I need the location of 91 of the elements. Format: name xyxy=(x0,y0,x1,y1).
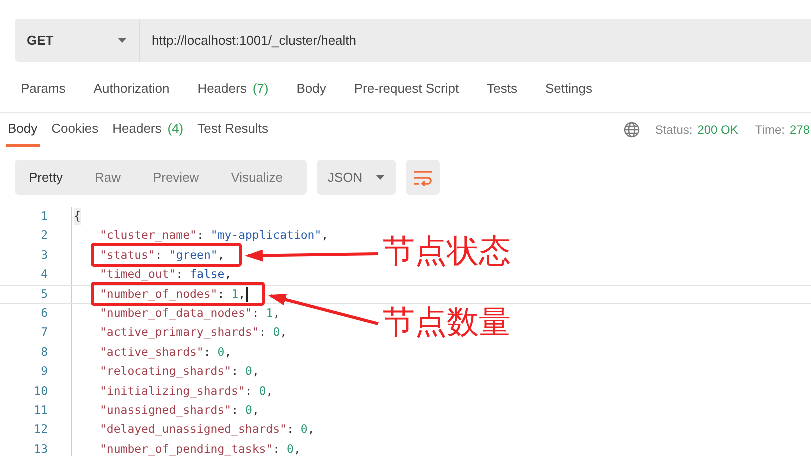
json-value: 0 xyxy=(246,402,252,419)
json-key: "cluster_name" xyxy=(100,227,197,245)
request-tab[interactable]: Settings xyxy=(545,65,592,112)
json-value: 0 xyxy=(273,324,280,342)
line-number: 11 xyxy=(33,402,49,419)
json-key: "active_primary_shards" xyxy=(100,324,260,342)
colon: : xyxy=(155,246,162,264)
comma: , xyxy=(273,305,280,322)
json-value: 1 xyxy=(266,305,274,322)
status-label: Status: xyxy=(655,122,693,139)
json-value: 0 xyxy=(218,344,225,361)
colon: : xyxy=(196,227,204,244)
json-key: "number_of_data_nodes" xyxy=(100,305,252,322)
annotation-label: 节点状态 xyxy=(383,234,511,267)
line-number: 3 xyxy=(40,246,49,264)
line-number: 4 xyxy=(40,266,49,284)
view-mode-tab[interactable]: Raw xyxy=(84,164,131,191)
line-number: 8 xyxy=(40,344,49,361)
code-text: { xyxy=(74,208,81,226)
view-mode-tab[interactable]: Preview xyxy=(142,164,210,191)
request-tab[interactable]: Tests xyxy=(487,65,518,112)
comma: , xyxy=(218,246,225,264)
annotation-label: 节点数量 xyxy=(383,306,511,338)
format-dropdown[interactable]: JSON xyxy=(317,160,396,195)
comma: , xyxy=(252,363,260,380)
json-value: "my-application" xyxy=(210,227,322,244)
caret-icon xyxy=(376,175,385,180)
json-value: false xyxy=(190,266,225,284)
time-label: Time: xyxy=(755,122,785,139)
request-tab[interactable]: Headers (7) xyxy=(198,65,269,112)
json-value: 1 xyxy=(232,286,239,303)
view-mode-tab[interactable]: Pretty xyxy=(19,164,73,191)
wrap-lines-icon xyxy=(413,170,433,186)
colon: : xyxy=(232,402,238,419)
line-number: 7 xyxy=(40,324,49,342)
request-tab[interactable]: Authorization xyxy=(94,65,170,112)
comma: , xyxy=(308,421,315,438)
request-tab[interactable]: Body xyxy=(296,65,326,112)
line-number: 2 xyxy=(40,227,49,244)
comma: , xyxy=(252,402,260,419)
line-number: 13 xyxy=(33,440,49,456)
line-number: 5 xyxy=(40,286,49,303)
response-tab[interactable]: Body xyxy=(6,113,40,147)
comma: , xyxy=(294,440,301,456)
json-value: 0 xyxy=(287,440,294,456)
json-key: "number_of_pending_tasks" xyxy=(100,440,274,456)
response-tab[interactable]: Test Results xyxy=(196,113,270,147)
request-tab[interactable]: Params xyxy=(21,65,66,112)
url-field[interactable]: http://localhost:1001/_cluster/health xyxy=(140,19,811,62)
comma: , xyxy=(322,227,329,244)
wrap-button[interactable] xyxy=(406,160,440,195)
caret-icon xyxy=(118,38,127,43)
line-number: 6 xyxy=(40,305,49,322)
json-key: "number_of_nodes" xyxy=(100,286,218,303)
json-value: 0 xyxy=(300,421,308,438)
comma: , xyxy=(224,266,232,284)
view-mode-tab[interactable]: Visualize xyxy=(221,164,293,191)
json-key: "relocating_shards" xyxy=(100,363,232,380)
json-key: "unassigned_shards" xyxy=(100,402,232,420)
time-value: 278 xyxy=(790,122,810,139)
colon: : xyxy=(286,421,294,438)
json-value: 0 xyxy=(259,382,266,400)
json-key: "status" xyxy=(100,246,156,264)
comma: , xyxy=(224,344,232,361)
json-key: "initializing_shards" xyxy=(100,382,246,400)
json-key: "timed_out" xyxy=(100,266,176,284)
line-number: 9 xyxy=(40,363,49,380)
method-dropdown[interactable]: GET xyxy=(15,19,140,62)
line-number: 1 xyxy=(40,208,49,226)
json-value: "green" xyxy=(169,246,218,264)
colon: : xyxy=(252,305,260,322)
globe-icon[interactable] xyxy=(624,122,640,138)
comma: , xyxy=(266,382,274,400)
response-tab[interactable]: Cookies xyxy=(50,113,101,147)
json-key: "active_shards" xyxy=(100,344,204,362)
colon: : xyxy=(259,324,266,342)
colon: : xyxy=(176,266,184,284)
line-number: 12 xyxy=(33,421,49,438)
line-number: 10 xyxy=(33,382,49,400)
comma: , xyxy=(280,324,288,342)
colon: : xyxy=(218,286,225,303)
colon: : xyxy=(273,440,280,456)
colon: : xyxy=(232,363,238,380)
status-value: 200 OK xyxy=(698,122,738,139)
json-value: 0 xyxy=(246,363,252,380)
response-tab[interactable]: Headers (4) xyxy=(110,113,186,147)
request-tab[interactable]: Pre-request Script xyxy=(354,65,460,112)
colon: : xyxy=(204,344,211,361)
comma: , xyxy=(238,286,246,303)
colon: : xyxy=(245,382,252,400)
json-key: "delayed_unassigned_shards" xyxy=(100,421,287,439)
